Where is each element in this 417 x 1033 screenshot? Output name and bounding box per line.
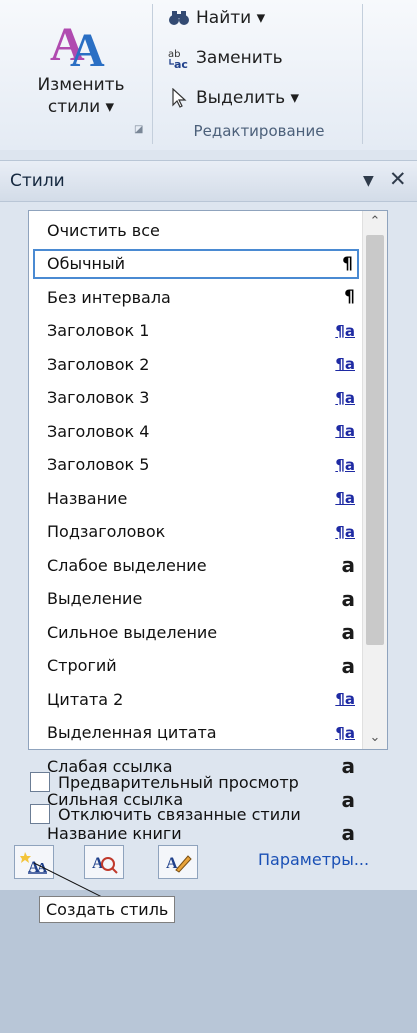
svg-text:ac: ac [174, 58, 188, 69]
svg-text:A: A [70, 24, 105, 70]
replace-label: Заменить [196, 48, 283, 68]
replace-button[interactable]: ab ac Заменить [168, 44, 283, 72]
cursor-icon [168, 87, 190, 109]
styles-pane: Стили ▼ ✕ Очистить все Обычный ¶ Без интерв… [0, 150, 417, 1033]
ribbon: A A Изменить стили ▾ ◪ Найти ▾ ab ac Заме… [0, 0, 417, 151]
select-label: Выделить ▾ [196, 88, 300, 108]
find-button[interactable]: Найти ▾ [168, 4, 265, 32]
binoculars-icon [168, 7, 190, 29]
change-styles-icon: A A [50, 18, 105, 70]
change-styles-label: Изменить стили ▾ [37, 75, 125, 117]
replace-icon: ab ac [168, 47, 190, 69]
tooltip: Создать стиль [39, 896, 176, 923]
editing-group-label: Редактирование [193, 122, 325, 140]
dialog-launcher-icon[interactable]: ◪ [134, 124, 143, 135]
find-label: Найти ▾ [196, 8, 266, 28]
select-button[interactable]: Выделить ▾ [168, 84, 299, 112]
change-styles-button[interactable]: A A Изменить стили ▾ [22, 4, 140, 134]
